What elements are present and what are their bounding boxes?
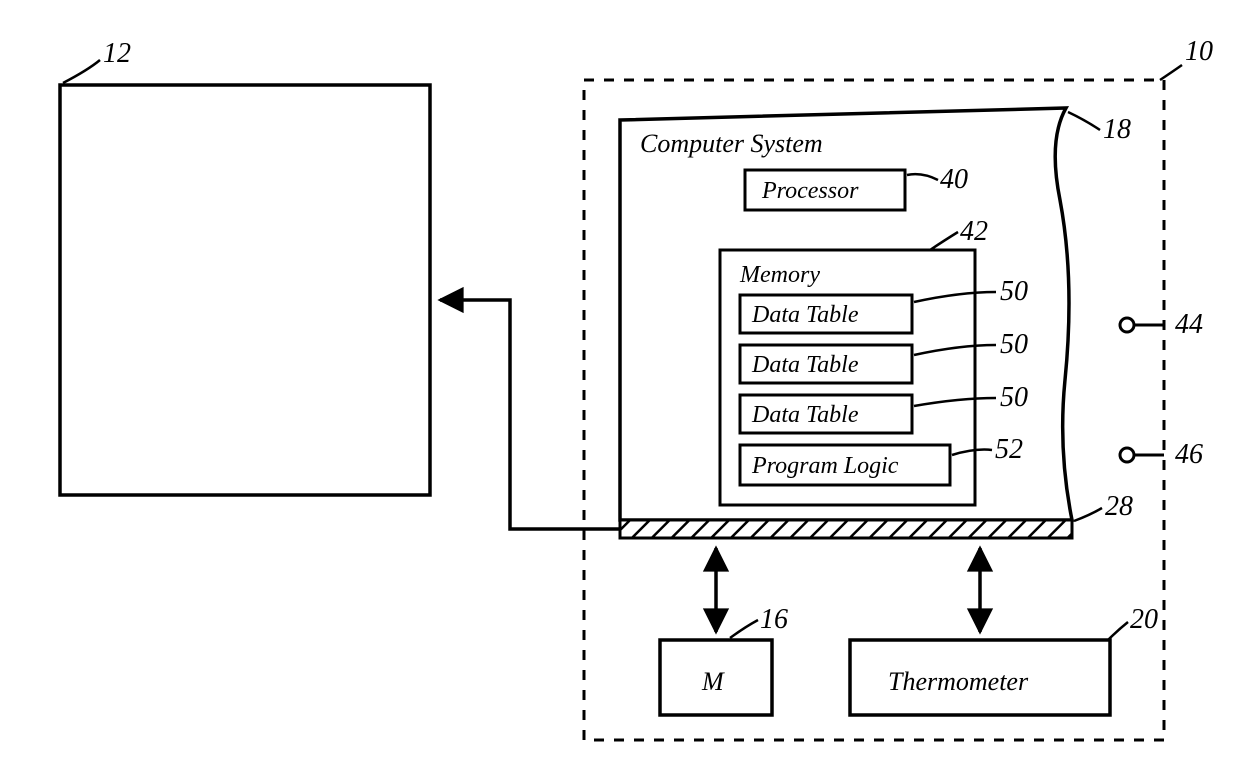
ref-40: 40 [940,164,968,195]
ref-44: 44 [1175,309,1203,340]
data-table-1-label: Data Table [751,302,859,328]
ref-18: 18 [1103,114,1131,145]
ref-16: 16 [760,604,788,635]
ref-12: 12 [103,38,131,69]
ref-28: 28 [1105,491,1133,522]
connector-bus-device [440,300,620,529]
device-box [60,85,430,495]
diagram-canvas: 12 10 Computer System 18 Processor 40 Me… [0,0,1240,776]
ref-50a: 50 [1000,276,1028,307]
m-label: M [701,667,725,696]
data-table-3-label: Data Table [751,402,859,428]
ref-50b: 50 [1000,329,1028,360]
pin-46 [1120,448,1134,462]
ref-50c: 50 [1000,382,1028,413]
ref-42: 42 [960,216,988,247]
bus-bar [620,520,1072,538]
ref-46: 46 [1175,439,1203,470]
ref-52: 52 [995,434,1023,465]
ref-10: 10 [1185,36,1213,67]
ref-20: 20 [1130,604,1158,635]
computer-system-label: Computer System [640,129,823,158]
thermometer-label: Thermometer [888,667,1029,696]
pin-44 [1120,318,1134,332]
memory-label: Memory [739,262,820,288]
program-logic-label: Program Logic [751,453,899,479]
data-table-2-label: Data Table [751,352,859,378]
processor-label: Processor [761,178,859,204]
